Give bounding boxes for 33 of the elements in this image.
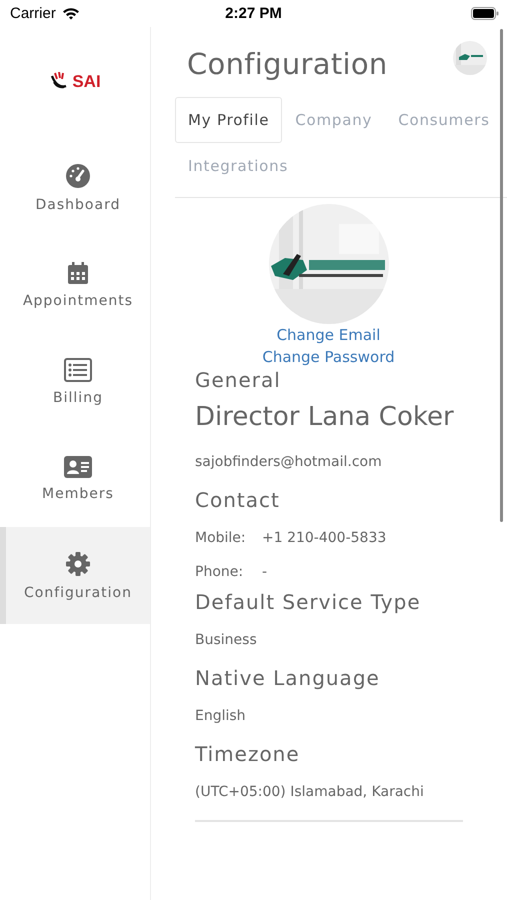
list-icon (64, 358, 92, 382)
section-heading: Default Service Type (195, 590, 422, 614)
profile-link[interactable]: Change Email (276, 324, 380, 346)
settings-icon (65, 550, 91, 576)
wifi-icon (62, 7, 80, 20)
clock-time: 2:27 PM (225, 5, 282, 22)
field-label: Phone: (195, 564, 244, 580)
field-value: (UTC+05:00) Islamabad, Karachi (195, 784, 425, 800)
profile-link[interactable]: Change Password (262, 346, 395, 368)
section-heading: Timezone (195, 742, 301, 766)
battery-icon (471, 7, 499, 20)
sidebar-item[interactable]: Appointments (0, 236, 150, 333)
field-label: Mobile: (195, 530, 247, 546)
sai-logo: SAI (49, 69, 101, 95)
field-value: sajobfinders@hotmail.com (195, 454, 383, 470)
section-heading: Contact (195, 488, 281, 512)
sidebar-item[interactable]: Configuration (0, 527, 150, 624)
sidebar-item[interactable]: Dashboard (0, 139, 150, 236)
field-value: English (195, 708, 247, 724)
calendar-icon (66, 260, 90, 284)
tab[interactable]: My Profile (175, 97, 282, 143)
field-value: +1 210-400-5833 (262, 530, 386, 546)
gauge-icon (65, 162, 91, 188)
field-value: - (262, 564, 268, 580)
section-heading: General (195, 368, 282, 392)
sidebar-item[interactable]: Billing (0, 333, 150, 430)
field-value: Business (195, 632, 258, 648)
sidebar-item[interactable]: Members (0, 430, 150, 527)
section-heading: Native Language (195, 666, 381, 690)
page-title: Configuration (187, 47, 388, 81)
carrier-label: Carrier (10, 5, 56, 22)
profile-name: Director Lana Coker (195, 402, 455, 432)
id-card-icon (64, 456, 92, 478)
